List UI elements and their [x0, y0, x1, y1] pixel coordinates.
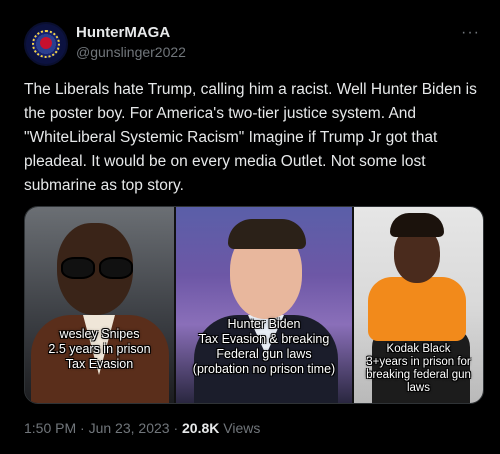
- author-name[interactable]: HunterMAGA: [76, 24, 170, 41]
- tweet-text: The Liberals hate Trump, calling him a r…: [24, 81, 477, 194]
- meta-separator: ·: [173, 420, 179, 436]
- tweet-time[interactable]: 1:50 PM: [24, 420, 76, 436]
- portrait-hair: [390, 213, 444, 237]
- caption-line: Tax Evasion & breaking: [198, 332, 330, 346]
- views-count: 20.8K: [182, 420, 220, 436]
- media-panel-1[interactable]: wesley Snipes 2.5 years in prison Tax Ev…: [25, 207, 174, 403]
- caption-line: 3+years in prison for: [366, 356, 471, 368]
- portrait-glasses: [61, 257, 133, 279]
- media-panel-3[interactable]: Kodak Black 3+years in prison for breaki…: [354, 207, 483, 403]
- tweet-meta: 1:50 PM · Jun 23, 2023 · 20.8K Views: [24, 420, 260, 436]
- views-label: Views: [223, 420, 261, 436]
- meta-separator: ·: [80, 420, 85, 436]
- caption-line: Kodak Black: [386, 343, 451, 355]
- tweet-date[interactable]: Jun 23, 2023: [89, 420, 170, 436]
- caption-line: Hunter Biden: [227, 317, 301, 331]
- tweet-media[interactable]: wesley Snipes 2.5 years in prison Tax Ev…: [24, 206, 484, 404]
- more-options-icon[interactable]: ···: [461, 24, 480, 42]
- media-panel-2[interactable]: Hunter Biden Tax Evasion & breaking Fede…: [176, 207, 352, 403]
- top-strip: [0, 0, 500, 10]
- caption-line: breaking federal gun laws: [366, 369, 471, 394]
- author-handle[interactable]: @gunslinger2022: [76, 44, 186, 60]
- caption-line: 2.5 years in prison: [48, 342, 151, 356]
- caption-line: Federal gun laws: [216, 347, 312, 361]
- avatar[interactable]: [24, 22, 68, 66]
- avatar-seal-core: [40, 37, 52, 49]
- tweet-header: HunterMAGA @gunslinger2022 ···: [24, 20, 480, 70]
- portrait-hair: [228, 219, 306, 249]
- media-caption-2: Hunter Biden Tax Evasion & breaking Fede…: [176, 317, 352, 377]
- media-caption-3: Kodak Black 3+years in prison for breaki…: [354, 343, 483, 395]
- caption-line: (probation no prison time): [192, 362, 336, 376]
- caption-line: Tax Evasion: [65, 357, 134, 371]
- portrait-shirt: [368, 277, 466, 341]
- caption-line: wesley Snipes: [59, 327, 140, 341]
- media-caption-1: wesley Snipes 2.5 years in prison Tax Ev…: [25, 327, 174, 372]
